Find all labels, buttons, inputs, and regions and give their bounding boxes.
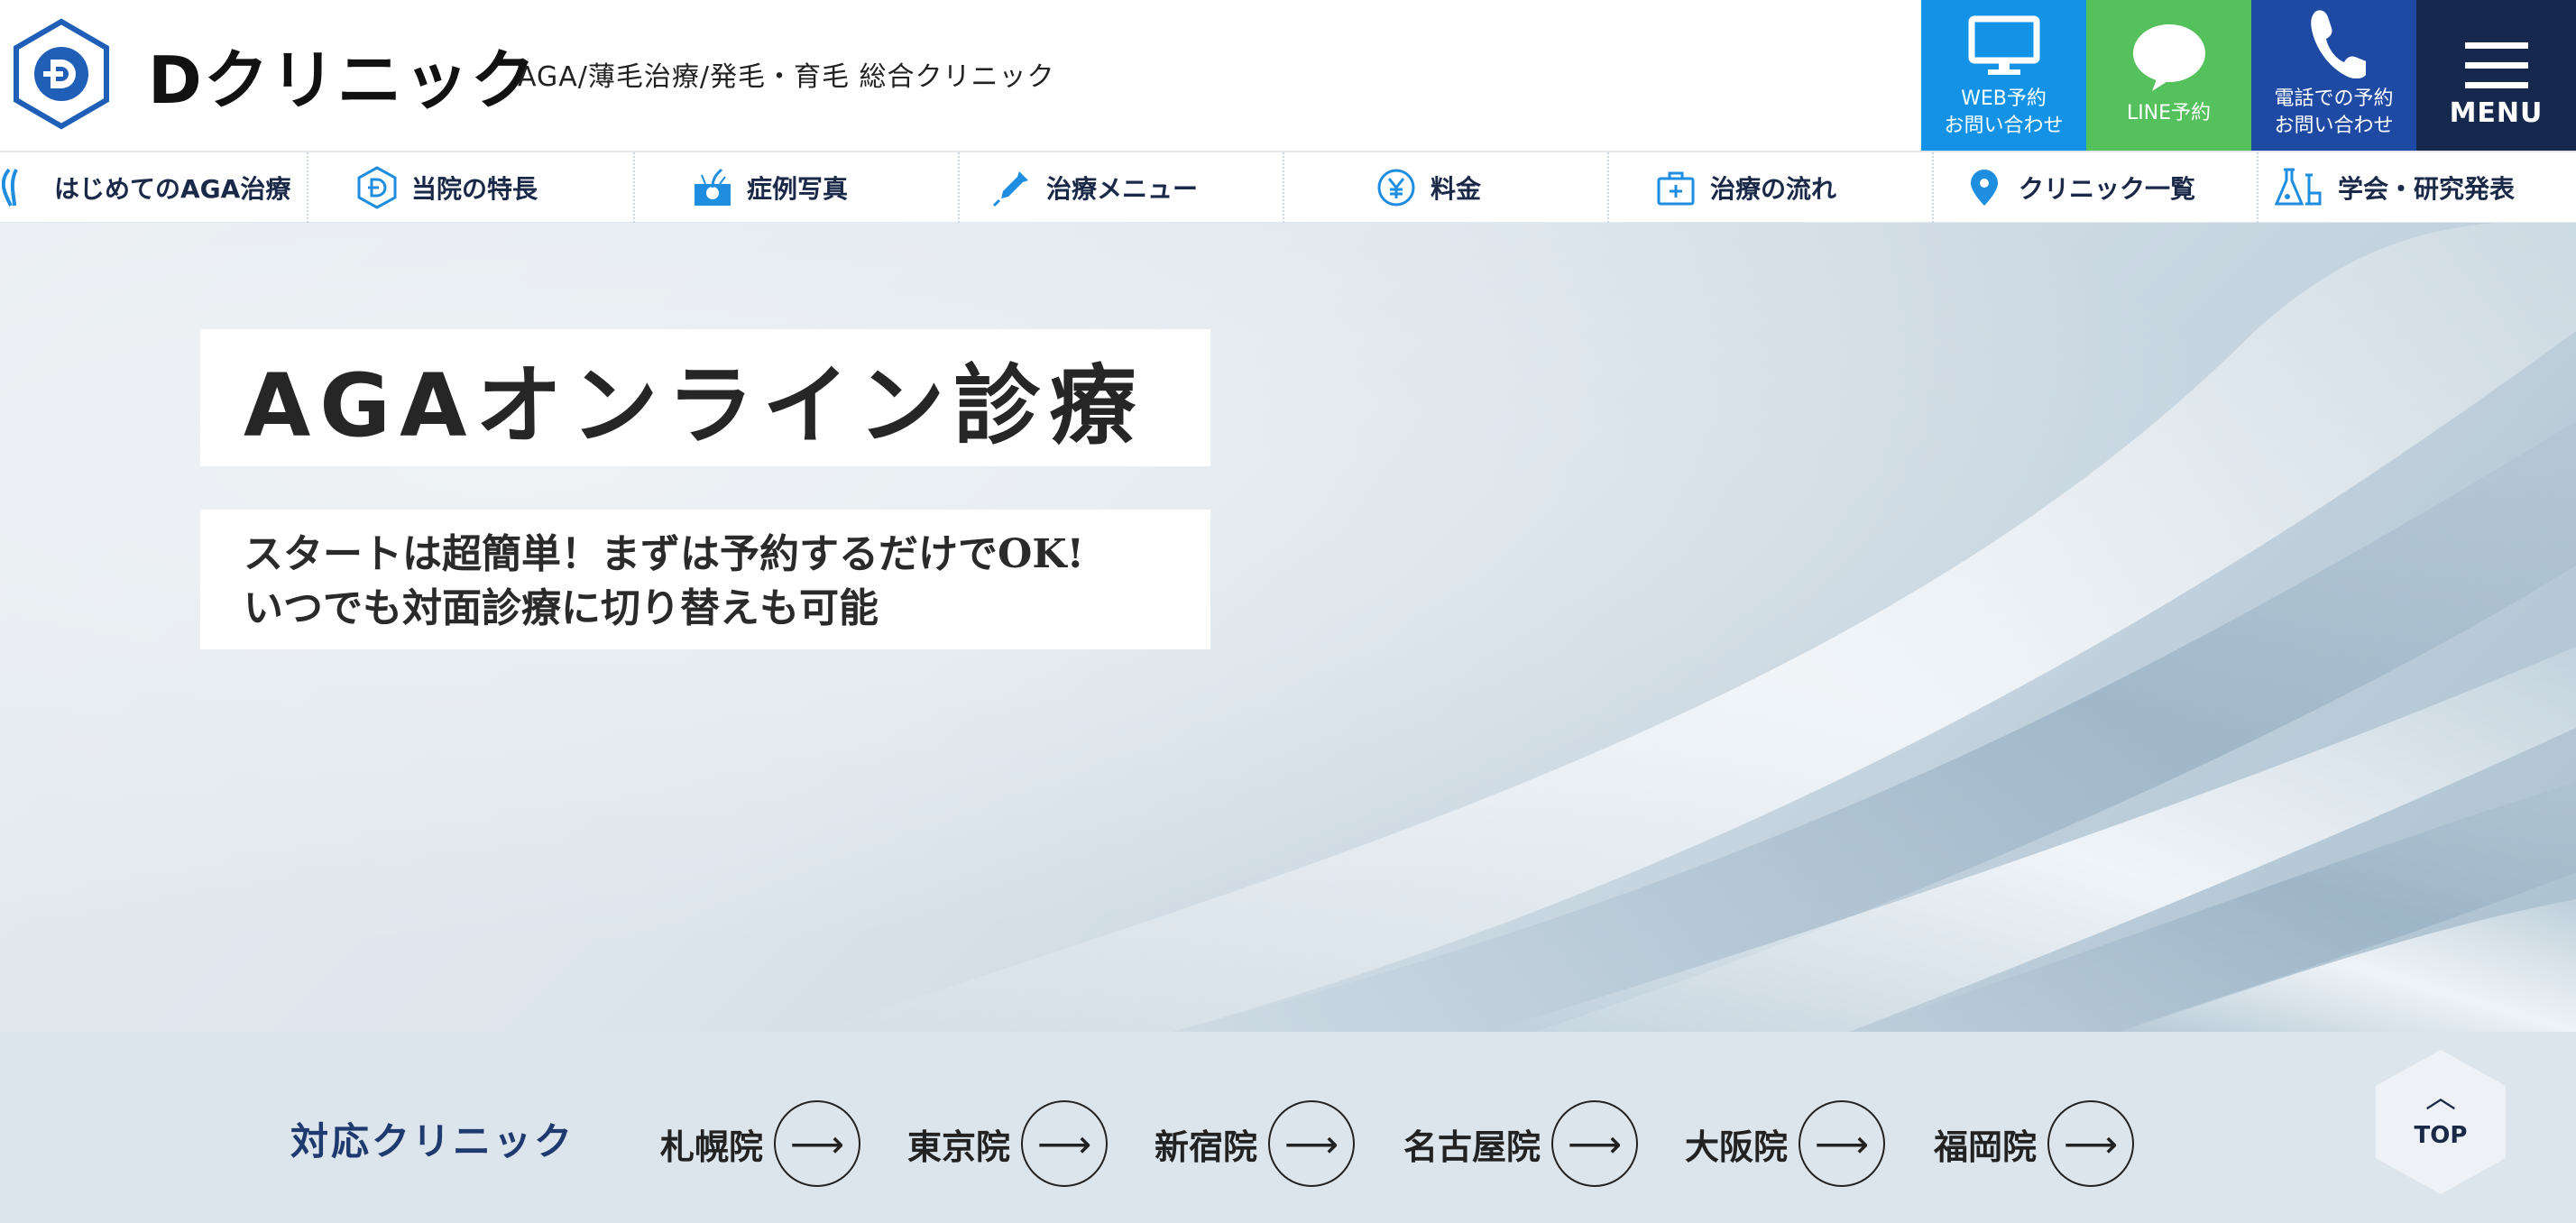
- hero-title-box: AGAオンライン診療: [200, 329, 1210, 466]
- hair-follicle-icon: [693, 168, 732, 207]
- caret-up-icon: ︿: [2425, 1080, 2456, 1116]
- arrow-right-icon[interactable]: ⟶: [1551, 1100, 1639, 1187]
- line-reservation-button[interactable]: LINE予約: [2086, 0, 2251, 151]
- clinic-link-osaka[interactable]: 大阪院 ⟶: [1685, 1100, 1886, 1187]
- site-logo[interactable]: Dクリニック: [11, 18, 538, 130]
- nav-item-treatment-menu[interactable]: 治療メニュー: [960, 152, 1284, 223]
- clinic-link-nagoya[interactable]: 名古屋院 ⟶: [1403, 1100, 1639, 1187]
- menu-label: MENU: [2449, 97, 2544, 129]
- nav-item-flow[interactable]: 治療の流れ: [1609, 152, 1934, 223]
- web-reservation-button[interactable]: WEB予約 お問い合わせ: [1921, 0, 2086, 151]
- dropper-icon: [992, 168, 1032, 207]
- monitor-icon: [1968, 15, 2039, 75]
- nav-item-cases[interactable]: 症例写真: [635, 152, 960, 223]
- nav-item-first-aga[interactable]: はじめてのAGA治療: [0, 152, 308, 223]
- phone-icon: [2310, 10, 2366, 78]
- nav-item-price[interactable]: 料金: [1284, 152, 1609, 223]
- flask-icon: [2275, 168, 2323, 207]
- chat-bubble-icon: [2132, 24, 2205, 91]
- line-reservation-label: LINE予約: [2126, 102, 2212, 124]
- arrow-right-icon[interactable]: ⟶: [2047, 1100, 2135, 1187]
- menu-button[interactable]: MENU: [2416, 0, 2576, 151]
- clinic-name: 福岡院: [1934, 1126, 2038, 1167]
- clinic-bar: 対応クリニック 札幌院 ⟶ 東京院 ⟶ 新宿院 ⟶ 名古屋院 ⟶ 大阪院 ⟶ 福…: [0, 1032, 2576, 1223]
- nav-label: 学会・研究発表: [2338, 174, 2516, 204]
- arrow-right-icon[interactable]: ⟶: [774, 1100, 861, 1187]
- map-pin-icon: [1964, 168, 2004, 207]
- nav-label: 治療の流れ: [1710, 174, 1837, 204]
- hero-subtitle-line2: いつでも対面診療に切り替えも可能: [244, 585, 879, 631]
- phone-reservation-label: 電話での予約 お問い合わせ: [2274, 87, 2394, 137]
- nav-label: 症例写真: [747, 174, 849, 204]
- phone-reservation-button[interactable]: 電話での予約 お問い合わせ: [2251, 0, 2416, 151]
- nav-label: 治療メニュー: [1046, 174, 1199, 204]
- nav-label: クリニック一覧: [2019, 174, 2196, 204]
- arrow-right-icon[interactable]: ⟶: [1799, 1100, 1886, 1187]
- nav-label: はじめてのAGA治療: [54, 174, 291, 204]
- nav-item-clinics[interactable]: クリニック一覧: [1934, 152, 2259, 223]
- hamburger-icon: [2464, 42, 2528, 88]
- back-to-top-button[interactable]: ︿ TOP: [2374, 1048, 2507, 1196]
- yen-icon: [1376, 168, 1416, 207]
- hero-banner: AGAオンライン診療 スタートは超簡単！まずは予約するだけでOK! いつでも対面…: [0, 223, 2576, 1032]
- clinic-name: 東京院: [907, 1126, 1011, 1167]
- nav-label: 当院の特長: [411, 174, 538, 204]
- site-header: Dクリニック AGA/薄毛治療/発毛・育毛 総合クリニック WEB予約 お問い合…: [0, 0, 2576, 151]
- clinic-name: 名古屋院: [1403, 1126, 1541, 1167]
- arrow-right-icon[interactable]: ⟶: [1021, 1100, 1109, 1187]
- clinic-name: 大阪院: [1685, 1126, 1789, 1167]
- top-label: TOP: [2414, 1122, 2468, 1149]
- hair-strand-icon: [0, 168, 40, 207]
- nav-label: 料金: [1431, 174, 1482, 204]
- clinic-name: 札幌院: [660, 1126, 764, 1167]
- tagline: AGA/薄毛治療/発毛・育毛 総合クリニック: [518, 61, 1055, 93]
- arrow-right-icon[interactable]: ⟶: [1268, 1100, 1356, 1187]
- clinics-label: 対応クリニック: [290, 1119, 575, 1163]
- clinic-link-tokyo[interactable]: 東京院 ⟶: [907, 1100, 1109, 1187]
- clinic-link-sapporo[interactable]: 札幌院 ⟶: [660, 1100, 861, 1187]
- web-reservation-label: WEB予約 お問い合わせ: [1944, 87, 2064, 137]
- hero-subtitle-line1: スタートは超簡単！まずは予約するだけでOK!: [244, 531, 1084, 577]
- hero-subtitle-box: スタートは超簡単！まずは予約するだけでOK! いつでも対面診療に切り替えも可能: [200, 510, 1210, 649]
- clinic-logo-icon: [357, 166, 397, 209]
- clinic-name: 新宿院: [1155, 1126, 1258, 1167]
- nav-item-features[interactable]: 当院の特長: [308, 152, 635, 223]
- hero-title: AGAオンライン診療: [244, 354, 1145, 456]
- logo-text: Dクリニック: [148, 41, 538, 118]
- clinic-link-shinjuku[interactable]: 新宿院 ⟶: [1155, 1100, 1356, 1187]
- clinic-link-fukuoka[interactable]: 福岡院 ⟶: [1934, 1100, 2135, 1187]
- global-nav: はじめてのAGA治療 当院の特長 症例写真 治療メニュー 料金 治療の流れ クリ…: [0, 151, 2576, 223]
- clinic-logo-icon: [14, 18, 109, 130]
- nav-item-research[interactable]: 学会・研究発表: [2259, 152, 2576, 223]
- medical-kit-icon: [1656, 168, 1696, 207]
